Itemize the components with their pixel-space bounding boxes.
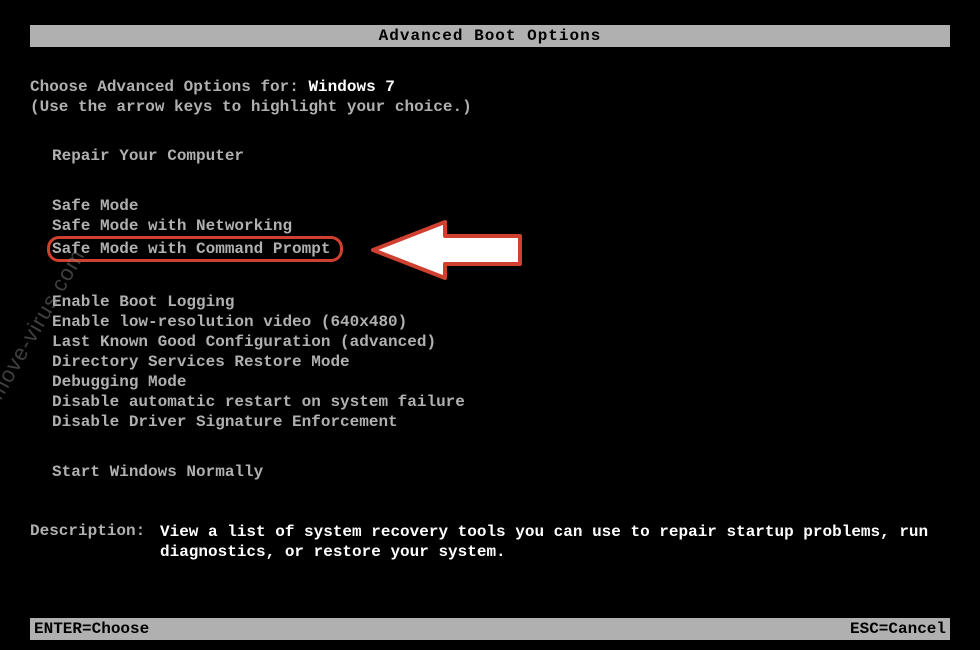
footer-esc: ESC=Cancel [850, 620, 946, 638]
menu-group-advanced: Enable Boot Logging Enable low-resolutio… [52, 292, 950, 432]
description-label: Description: [30, 522, 160, 562]
menu-item-low-res[interactable]: Enable low-resolution video (640x480) [52, 312, 950, 332]
title-bar: Advanced Boot Options [30, 25, 950, 47]
menu-group-normal: Start Windows Normally [52, 462, 950, 482]
selection-highlight: Safe Mode with Command Prompt [47, 236, 343, 262]
instruction-text: (Use the arrow keys to highlight your ch… [30, 98, 950, 116]
menu-item-last-known[interactable]: Last Known Good Configuration (advanced) [52, 332, 950, 352]
menu-item-disable-restart[interactable]: Disable automatic restart on system fail… [52, 392, 950, 412]
menu-group-repair: Repair Your Computer [52, 146, 950, 166]
footer-bar: ENTER=Choose ESC=Cancel [30, 618, 950, 640]
menu-item-debugging[interactable]: Debugging Mode [52, 372, 950, 392]
description-section: Description: View a list of system recov… [30, 522, 950, 562]
choose-line: Choose Advanced Options for: Windows 7 [30, 78, 950, 96]
content-area: Choose Advanced Options for: Windows 7 (… [30, 78, 950, 512]
os-name: Windows 7 [308, 78, 394, 96]
footer-enter: ENTER=Choose [34, 620, 149, 638]
screen-title: Advanced Boot Options [379, 27, 602, 45]
menu-item-ds-restore[interactable]: Directory Services Restore Mode [52, 352, 950, 372]
menu-item-safe-mode-cmd: Safe Mode with Command Prompt [52, 240, 330, 258]
menu-item-disable-sig[interactable]: Disable Driver Signature Enforcement [52, 412, 950, 432]
menu-item-start-normally[interactable]: Start Windows Normally [52, 462, 950, 482]
menu-item-repair[interactable]: Repair Your Computer [52, 146, 950, 166]
menu-item-boot-logging[interactable]: Enable Boot Logging [52, 292, 950, 312]
menu-item-safe-mode[interactable]: Safe Mode [52, 196, 950, 216]
description-text: View a list of system recovery tools you… [160, 522, 950, 562]
arrow-annotation [365, 218, 525, 283]
choose-label: Choose Advanced Options for: [30, 78, 308, 96]
arrow-icon [365, 218, 525, 283]
